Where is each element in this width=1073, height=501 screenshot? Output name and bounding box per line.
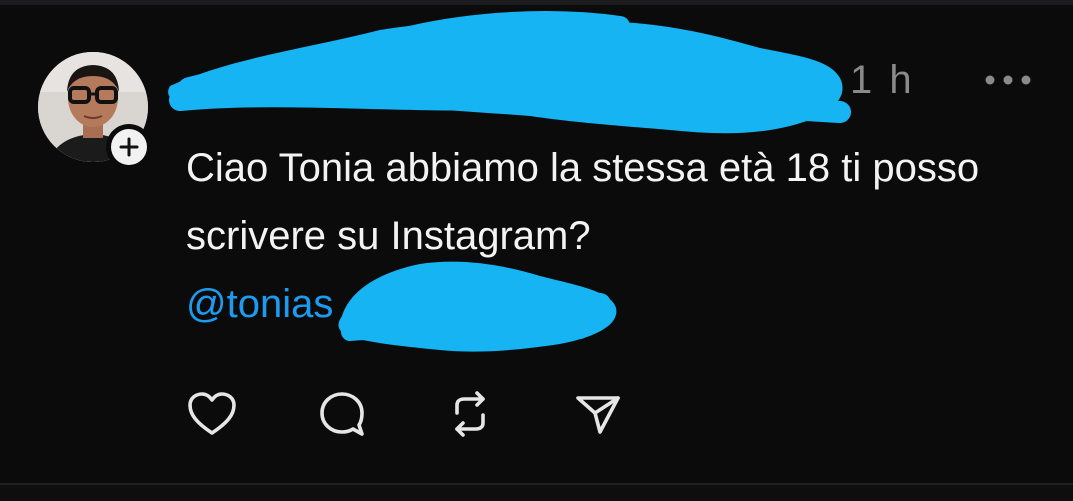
redaction-scribble-username [168, 11, 851, 134]
timestamp: 1 h [850, 58, 915, 102]
post-card: 1 h Ciao Tonia abbiamo la stessa età 18 … [0, 0, 1073, 501]
comment-icon [320, 392, 364, 436]
next-post-edge [0, 485, 1073, 501]
like-button[interactable] [182, 384, 242, 444]
reply-button[interactable] [312, 384, 372, 444]
mention-link[interactable]: @tonias [186, 270, 333, 338]
repost-icon [455, 391, 485, 437]
repost-button[interactable] [440, 384, 500, 444]
send-icon [576, 396, 620, 434]
share-button[interactable] [568, 384, 628, 444]
top-divider [0, 0, 1073, 5]
more-horizontal-icon [985, 75, 1031, 85]
more-options-button[interactable] [980, 60, 1036, 100]
follow-button[interactable] [106, 124, 152, 170]
post-text: Ciao Tonia abbiamo la stessa età 18 ti p… [186, 146, 980, 258]
plus-icon [111, 129, 147, 165]
heart-icon [188, 392, 236, 435]
